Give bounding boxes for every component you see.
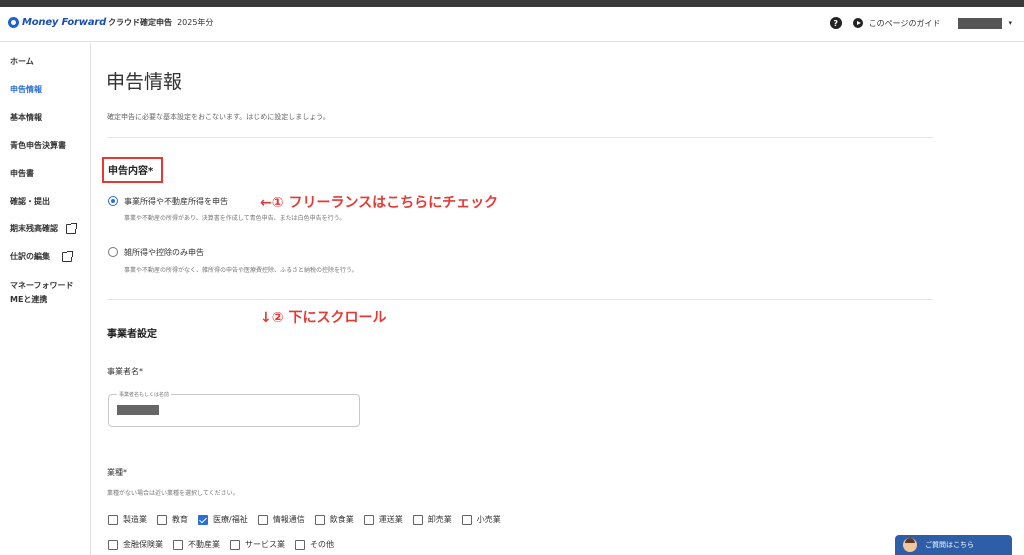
checkbox[interactable] <box>108 539 118 550</box>
industry-checkbox-retail[interactable]: 小売業 <box>461 514 501 525</box>
page-guide-link[interactable]: このページのガイド <box>869 18 941 29</box>
business-name-field[interactable]: 事業者名もしくは名前 <box>108 391 360 427</box>
annotation-step1: ←① フリーランスはこちらにチェック <box>260 195 499 211</box>
play-icon[interactable] <box>852 18 863 28</box>
user-menu[interactable] <box>958 17 1003 29</box>
sidebar-item-home[interactable]: ホーム <box>10 56 34 67</box>
industry-checkbox-wholesale[interactable]: 卸売業 <box>412 514 452 525</box>
industry-checkbox-service[interactable]: サービス業 <box>230 539 285 550</box>
sidebar-item-me-link[interactable]: MEと連携 <box>10 294 47 305</box>
checkbox[interactable] <box>108 514 118 525</box>
sidebar-item-review-submit[interactable]: 確認・提出 <box>10 196 50 207</box>
sidebar-item-filing-info[interactable]: 申告情報 <box>10 84 42 95</box>
sidebar-item-tax-return[interactable]: 申告書 <box>10 168 34 179</box>
sidebar-item-money-forward-me[interactable]: マネーフォワード <box>10 280 74 291</box>
checkbox[interactable] <box>461 514 472 525</box>
business-section-heading: 事業者設定 <box>107 329 157 340</box>
misc-income-description: 事業や不動産の所得がなく、雑所得の申告や医療費控除、ふるさと納税の控除を行う。 <box>124 267 358 274</box>
header-actions: ? このページのガイド ▾ <box>829 17 1012 29</box>
industry-checkbox-finance[interactable]: 金融保険業 <box>108 539 163 550</box>
brand-logo-icon <box>8 17 19 28</box>
main-content: 申告情報 確定申告に必要な基本設定をおこないます。はじめに設定しましょう。 申告… <box>92 43 1024 555</box>
sidebar-item-basic-info[interactable]: 基本情報 <box>10 112 42 123</box>
industry-help-text: 業種がない場合は近い業種を選択してください。 <box>107 490 239 497</box>
chevron-down-icon[interactable]: ▾ <box>1008 19 1012 27</box>
divider <box>107 299 933 300</box>
industry-row-1: 製造業 教育 医療/福祉 情報通信 飲食業 運送業 卸売業 小売業 <box>108 514 511 525</box>
sidebar-item-blue-return[interactable]: 青色申告決算書 <box>10 140 66 151</box>
industry-checkbox-education[interactable]: 教育 <box>157 514 188 525</box>
filing-section-heading: 申告内容* <box>108 166 154 177</box>
industry-row-2: 金融保険業 不動産業 サービス業 その他 <box>108 539 344 550</box>
sidebar-item-journal-edit[interactable]: 仕訳の編集 <box>10 250 73 262</box>
misc-income-label[interactable]: 雑所得や控除のみ申告 <box>124 247 204 258</box>
industry-label: 業種* <box>107 468 127 477</box>
external-link-icon <box>62 250 73 262</box>
industry-checkbox-it[interactable]: 情報通信 <box>257 514 305 525</box>
industry-checkbox-manufacturing[interactable]: 製造業 <box>108 514 147 525</box>
industry-checkbox-transport[interactable]: 運送業 <box>363 514 403 525</box>
checkbox[interactable] <box>314 514 325 525</box>
question-button-label: ご質問はこちら <box>925 541 974 549</box>
misc-income-radio[interactable] <box>108 247 118 257</box>
checkbox[interactable] <box>230 539 240 550</box>
help-icon[interactable]: ? <box>829 17 842 29</box>
page-title: 申告情報 <box>106 71 183 93</box>
industry-checkbox-medical[interactable]: 医療/福祉 <box>198 514 248 525</box>
business-income-description: 事業や不動産の所得があり、決算書を作成して青色申告、または白色申告を行う。 <box>124 215 346 222</box>
support-avatar-icon <box>903 538 917 552</box>
divider <box>107 137 933 138</box>
checkbox[interactable] <box>412 514 423 525</box>
checkbox[interactable] <box>363 514 374 525</box>
app-header: Money Forward クラウド確定申告 2025年分 ? このページのガイ… <box>0 7 1024 42</box>
external-link-icon <box>66 222 77 234</box>
business-income-radio[interactable] <box>108 196 118 206</box>
annotation-step2: ↓② 下にスクロール <box>260 310 387 326</box>
checkbox[interactable] <box>295 539 305 550</box>
question-button[interactable]: ご質問はこちら <box>895 535 1012 555</box>
checkbox[interactable] <box>157 514 167 525</box>
page-description: 確定申告に必要な基本設定をおこないます。はじめに設定しましょう。 <box>107 113 330 121</box>
checkbox[interactable] <box>257 514 268 525</box>
business-name-label: 事業者名* <box>107 367 143 376</box>
business-income-label[interactable]: 事業所得や不動産所得を申告 <box>124 196 228 207</box>
fiscal-year: 2025年分 <box>177 18 214 27</box>
product-name: クラウド確定申告 <box>108 18 173 27</box>
sidebar-item-year-end-balance[interactable]: 期末残高確認 <box>10 222 77 234</box>
checkbox[interactable] <box>173 539 183 550</box>
business-name-placeholder: 事業者名もしくは名前 <box>117 391 172 398</box>
industry-checkbox-other[interactable]: その他 <box>295 539 334 550</box>
top-strip <box>0 0 1024 7</box>
brand-name: Money Forward <box>22 17 107 28</box>
industry-checkbox-real-estate[interactable]: 不動産業 <box>173 539 220 550</box>
business-name-value-redacted <box>117 405 159 415</box>
sidebar: ホーム 申告情報 基本情報 青色申告決算書 申告書 確認・提出 期末残高確認 仕… <box>0 43 91 555</box>
brand-logo[interactable]: Money Forward クラウド確定申告 2025年分 <box>8 17 213 28</box>
industry-checkbox-food[interactable]: 飲食業 <box>314 514 354 525</box>
checkbox-checked[interactable] <box>198 514 208 525</box>
